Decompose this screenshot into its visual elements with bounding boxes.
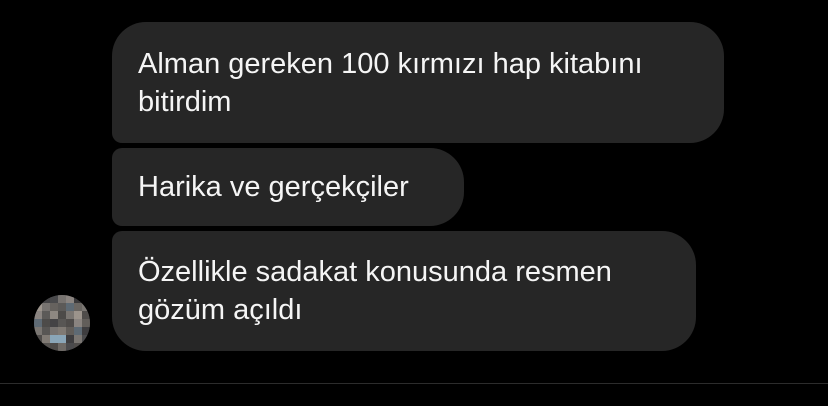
avatar-pixel (50, 295, 58, 303)
avatar-pixel (66, 319, 74, 327)
avatar-pixel (58, 311, 66, 319)
avatar-pixel (42, 295, 50, 303)
avatar-pixel (34, 311, 42, 319)
avatar-pixel (42, 335, 50, 343)
avatar-pixel (50, 343, 58, 351)
composer-area (0, 384, 828, 406)
avatar-pixel (50, 319, 58, 327)
avatar-pixel (42, 327, 50, 335)
avatar-pixel (82, 295, 90, 303)
avatar-pixel (66, 311, 74, 319)
avatar-pixel (58, 343, 66, 351)
avatar-pixel (58, 327, 66, 335)
avatar-pixel (34, 343, 42, 351)
avatar-pixel (34, 303, 42, 311)
avatar-pixel (74, 311, 82, 319)
avatar-pixel (42, 343, 50, 351)
avatar-pixel (82, 335, 90, 343)
message-bubble[interactable]: Harika ve gerçekçiler (112, 148, 464, 226)
avatar-pixel (42, 303, 50, 311)
avatar[interactable] (34, 295, 90, 351)
avatar-pixel (66, 303, 74, 311)
avatar-pixel (58, 319, 66, 327)
avatar-pixel (34, 319, 42, 327)
message-thread: Alman gereken 100 kırmızı hap kitabını b… (0, 0, 828, 383)
avatar-pixel (58, 295, 66, 303)
avatar-pixel (66, 343, 74, 351)
avatar-pixel (82, 343, 90, 351)
avatar-pixel (66, 327, 74, 335)
avatar-pixel (50, 311, 58, 319)
message-bubble[interactable]: Alman gereken 100 kırmızı hap kitabını b… (112, 22, 724, 143)
message-bubble[interactable]: Özellikle sadakat konusunda resmen gözüm… (112, 231, 696, 351)
avatar-pixel (82, 311, 90, 319)
avatar-pixel (82, 327, 90, 335)
avatar-pixel (42, 319, 50, 327)
avatar-pixel (58, 335, 66, 343)
avatar-pixel (74, 343, 82, 351)
avatar-pixel (34, 335, 42, 343)
avatar-pixel (66, 295, 74, 303)
avatar-pixel (74, 303, 82, 311)
avatar-pixel (50, 335, 58, 343)
avatar-pixel (74, 335, 82, 343)
avatar-pixel (34, 327, 42, 335)
avatar-pixel (74, 327, 82, 335)
avatar-pixel (50, 303, 58, 311)
avatar-pixel (50, 327, 58, 335)
avatar-pixel (42, 311, 50, 319)
avatar-pixel (58, 303, 66, 311)
avatar-pixel (74, 295, 82, 303)
avatar-pixel (82, 303, 90, 311)
avatar-pixel (66, 335, 74, 343)
avatar-pixel (34, 295, 42, 303)
avatar-pixel (74, 319, 82, 327)
avatar-pixel (82, 319, 90, 327)
